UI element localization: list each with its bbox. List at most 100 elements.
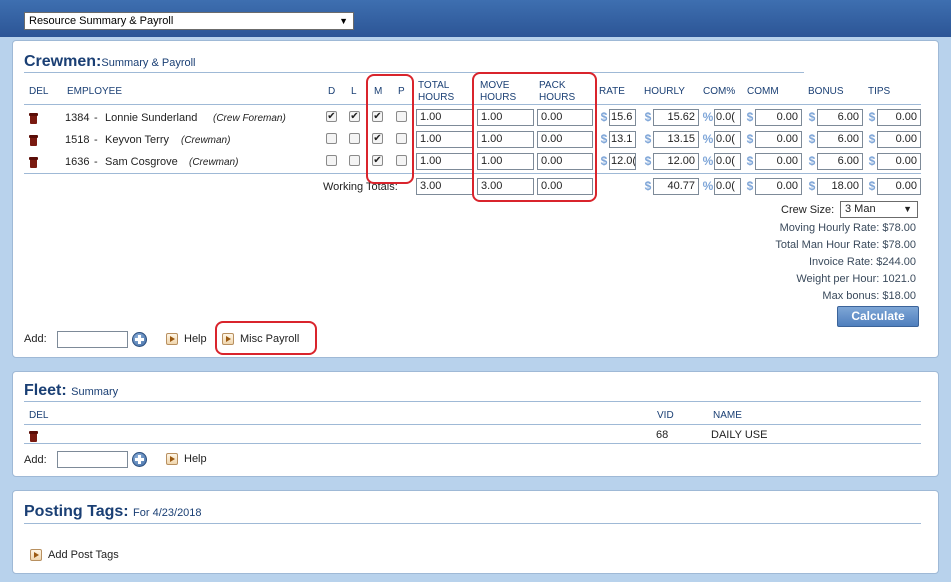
trash-icon[interactable]: [29, 135, 38, 146]
col-employee: EMPLOYEE: [67, 86, 123, 97]
total-hours-total: 3.00: [416, 178, 473, 195]
total-hours-input[interactable]: 1.00: [416, 131, 473, 148]
trash-icon[interactable]: [29, 113, 38, 124]
com-pct-total: 0.0(: [714, 178, 741, 195]
percent-icon: %: [702, 132, 714, 146]
chevron-down-icon: ▼: [339, 16, 348, 26]
crewmen-panel: Crewmen:Summary & Payroll DEL EMPLOYEE D…: [12, 40, 939, 358]
add-crewman-input[interactable]: [57, 331, 128, 348]
comm-input[interactable]: 0.00: [755, 153, 802, 170]
fleet-col-name: NAME: [713, 410, 742, 421]
hourly-total: 40.77: [653, 178, 699, 195]
checkbox-d[interactable]: [326, 155, 337, 166]
com-pct-input[interactable]: 0.0(: [714, 109, 741, 126]
calculate-button[interactable]: Calculate: [837, 306, 919, 327]
col-comm: COMM: [747, 86, 779, 97]
checkbox-d[interactable]: [326, 133, 337, 144]
total-hours-input[interactable]: 1.00: [416, 153, 473, 170]
comm-input[interactable]: 0.00: [755, 131, 802, 148]
checkbox-d[interactable]: ✔: [326, 111, 337, 122]
trash-icon[interactable]: [29, 157, 38, 168]
employee-name: Lonnie Sunderland: [105, 112, 198, 124]
posting-tags-rule: [24, 523, 921, 524]
total-hours-input[interactable]: 1.00: [416, 109, 473, 126]
hourly-input[interactable]: 12.00: [653, 153, 699, 170]
com-pct-input[interactable]: 0.0(: [714, 153, 741, 170]
summary-weight-per-hour: Weight per Hour: 1021.0: [796, 273, 916, 285]
help-play-icon[interactable]: [166, 333, 178, 345]
tips-input[interactable]: 0.00: [877, 153, 921, 170]
tips-total: 0.00: [877, 178, 921, 195]
crew-size-value: 3 Man: [845, 203, 876, 215]
employee-role: (Crewman): [181, 135, 231, 146]
summary-total-man-hour-rate: Total Man Hour Rate: $78.00: [775, 239, 916, 251]
col-del: DEL: [29, 86, 49, 97]
employee-dash: -: [94, 112, 98, 124]
add-post-tags-link[interactable]: Add Post Tags: [48, 549, 119, 561]
com-pct-input[interactable]: 0.0(: [714, 131, 741, 148]
fleet-title-text: Fleet:: [24, 382, 67, 399]
bonus-input[interactable]: 6.00: [817, 153, 863, 170]
fleet-title-rule: [24, 401, 921, 402]
view-select-value: Resource Summary & Payroll: [29, 15, 174, 27]
fleet-name: DAILY USE: [711, 429, 768, 441]
chevron-down-icon: ▼: [903, 204, 912, 214]
add-crewman-plus-icon[interactable]: [132, 332, 147, 347]
fleet-col-del: DEL: [29, 410, 49, 421]
percent-icon: %: [702, 110, 714, 124]
checkbox-l[interactable]: [349, 155, 360, 166]
comm-input[interactable]: 0.00: [755, 109, 802, 126]
add-crewman-label: Add:: [24, 333, 47, 345]
col-l: L: [351, 86, 357, 97]
col-d: D: [328, 86, 336, 97]
crewmen-title: Crewmen:Summary & Payroll: [24, 53, 196, 71]
fleet-panel: Fleet: Summary DEL VID NAME 68 DAILY USE…: [12, 371, 939, 477]
employee-dash: -: [94, 156, 98, 168]
bonus-input[interactable]: 6.00: [817, 109, 863, 126]
employee-name: Keyvon Terry: [105, 134, 169, 146]
posting-tags-subtitle: For 4/23/2018: [133, 507, 202, 519]
col-bonus: BONUS: [808, 86, 844, 97]
fleet-header-rule: [24, 424, 921, 425]
hourly-input[interactable]: 13.15: [653, 131, 699, 148]
help-link[interactable]: Help: [184, 333, 207, 345]
fleet-title: Fleet: Summary: [24, 382, 118, 400]
trash-icon[interactable]: [29, 431, 38, 442]
rate-input[interactable]: 13.1: [609, 131, 636, 148]
tips-input[interactable]: 0.00: [877, 131, 921, 148]
fleet-help-play-icon[interactable]: [166, 453, 178, 465]
crewmen-title-rule: [24, 72, 804, 73]
bonus-input[interactable]: 6.00: [817, 131, 863, 148]
view-select[interactable]: Resource Summary & Payroll ▼: [24, 12, 354, 30]
posting-tags-title-text: Posting Tags:: [24, 503, 129, 520]
crewmen-title-text: Crewmen:: [24, 53, 102, 70]
posting-tags-title: Posting Tags: For 4/23/2018: [24, 503, 202, 521]
tips-input[interactable]: 0.00: [877, 109, 921, 126]
add-vehicle-plus-icon[interactable]: [132, 452, 147, 467]
highlight-move-pack-hours: [472, 72, 597, 202]
rate-input[interactable]: 15.6: [609, 109, 636, 126]
summary-invoice-rate: Invoice Rate: $244.00: [808, 256, 916, 268]
fleet-row-rule: [24, 443, 921, 444]
employee-role: (Crew Foreman): [213, 113, 286, 124]
employee-id: 1518: [65, 134, 90, 146]
rate-input[interactable]: 12.0(: [609, 153, 636, 170]
comm-total: 0.00: [755, 178, 802, 195]
checkbox-l[interactable]: ✔: [349, 111, 360, 122]
checkbox-l[interactable]: [349, 133, 360, 144]
highlight-m-column: [366, 74, 414, 184]
fleet-help-link[interactable]: Help: [184, 453, 207, 465]
add-post-tags-play-icon[interactable]: [30, 549, 42, 561]
misc-payroll-link[interactable]: Misc Payroll: [240, 333, 299, 345]
employee-id: 1636: [65, 156, 90, 168]
crew-size-select[interactable]: 3 Man ▼: [840, 201, 918, 218]
employee-role: (Crewman): [189, 157, 239, 168]
top-bar: Resource Summary & Payroll ▼: [0, 0, 951, 37]
hourly-input[interactable]: 15.62: [653, 109, 699, 126]
col-total-hours-1: TOTAL: [418, 80, 450, 91]
add-vehicle-input[interactable]: [57, 451, 128, 468]
crew-size-label: Crew Size:: [781, 204, 835, 216]
bonus-total: 18.00: [817, 178, 863, 195]
crewmen-subtitle: Summary & Payroll: [101, 57, 196, 69]
misc-payroll-play-icon[interactable]: [222, 333, 234, 345]
